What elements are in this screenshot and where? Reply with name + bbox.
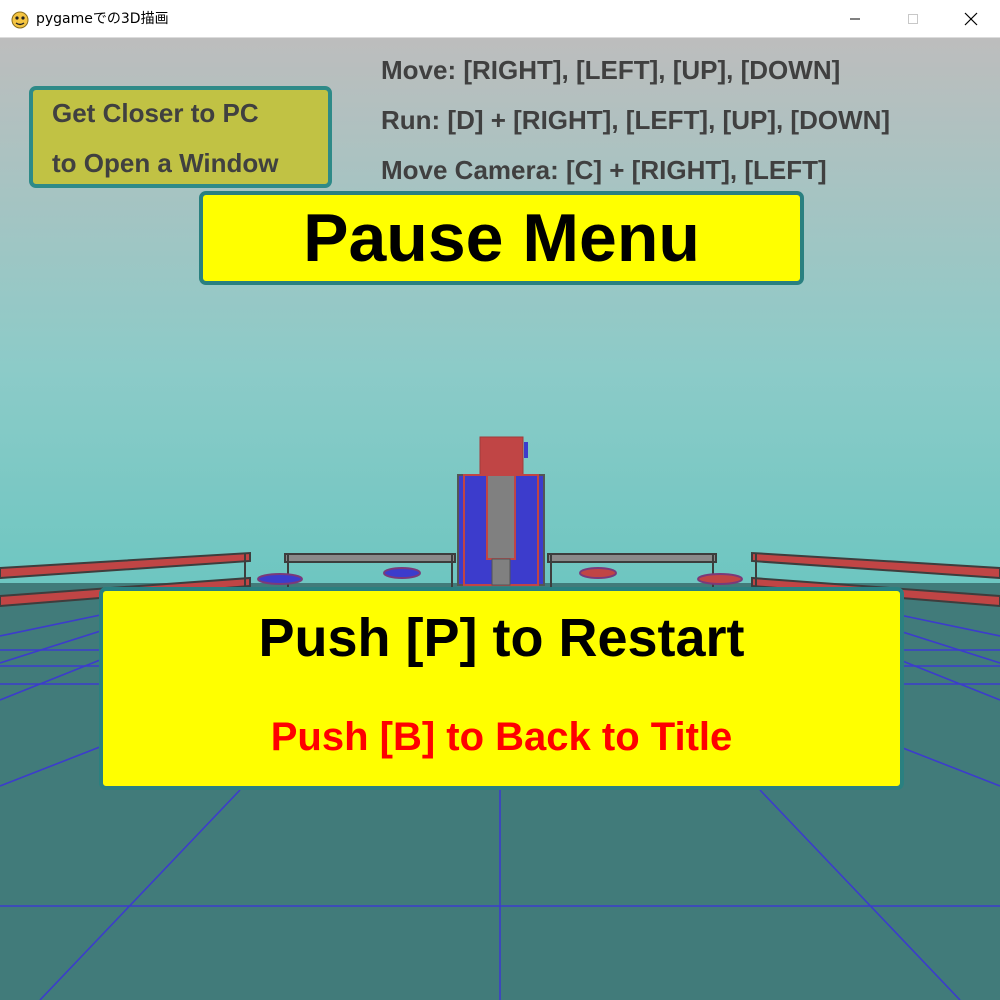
close-icon bbox=[964, 12, 978, 26]
snake-icon bbox=[11, 11, 29, 29]
window-title: pygameでの3D描画 bbox=[36, 11, 169, 27]
minimize-button[interactable] bbox=[826, 0, 884, 38]
hint-line-2: to Open a Window bbox=[52, 148, 279, 178]
close-button[interactable] bbox=[942, 0, 1000, 38]
hint-panel: Get Closer to PC to Open a Window bbox=[29, 86, 332, 188]
hint-line-1: Get Closer to PC bbox=[52, 98, 259, 128]
window-titlebar: pygameでの3D描画 bbox=[0, 0, 1000, 38]
pause-menu-title: Pause Menu bbox=[303, 200, 700, 276]
back-to-title-option[interactable]: Push [B] to Back to Title bbox=[103, 715, 900, 760]
run-controls-text: Run: [D] + [RIGHT], [LEFT], [UP], [DOWN] bbox=[381, 105, 891, 135]
move-controls-text: Move: [RIGHT], [LEFT], [UP], [DOWN] bbox=[381, 55, 841, 85]
maximize-button[interactable] bbox=[884, 0, 942, 38]
pause-menu-title-panel: Pause Menu bbox=[199, 191, 804, 285]
maximize-icon bbox=[908, 14, 918, 24]
pause-menu-options-panel: Push [P] to Restart Push [B] to Back to … bbox=[99, 587, 904, 790]
camera-controls-text: Move Camera: [C] + [RIGHT], [LEFT] bbox=[381, 155, 827, 185]
minimize-icon bbox=[850, 18, 860, 20]
restart-option[interactable]: Push [P] to Restart bbox=[103, 607, 900, 669]
